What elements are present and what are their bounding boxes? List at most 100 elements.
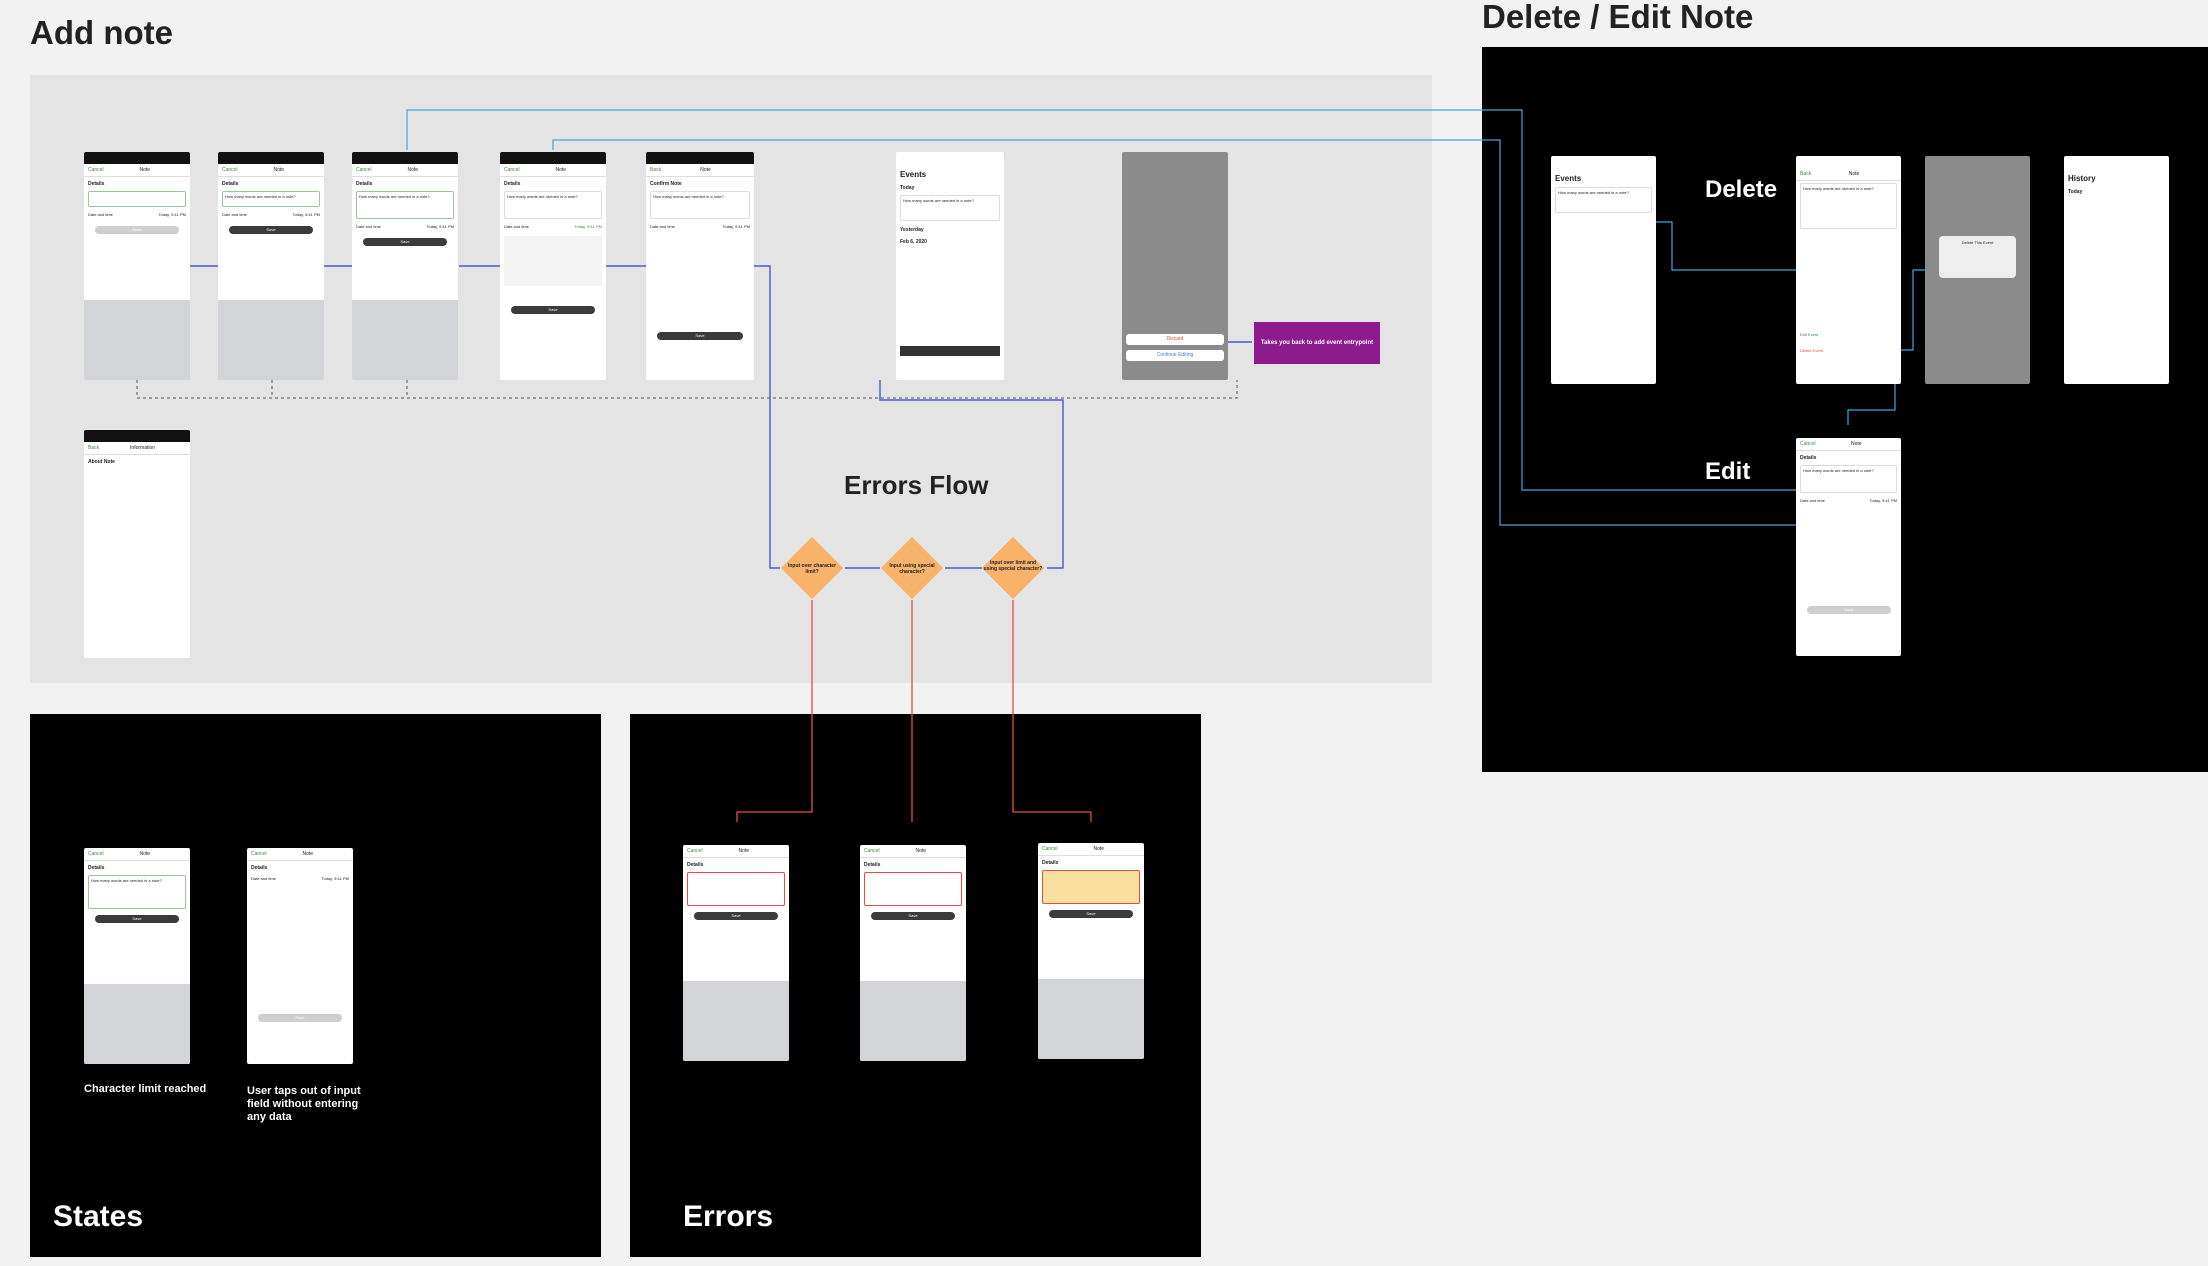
information-screen: Back Information About Note	[84, 430, 190, 658]
details-heading: Details	[1800, 455, 1817, 461]
events-overview-screen: Events Today How many words are needed i…	[896, 152, 1004, 380]
note-input-error[interactable]	[864, 872, 962, 906]
state-char-limit-screen: Cancel Note Details How many words are ne…	[84, 848, 190, 1064]
cancel-link[interactable]: Cancel	[222, 167, 238, 173]
keyboard[interactable]	[860, 981, 966, 1061]
add-note-screen-date-picker: Cancel Note Details How many words are ne…	[500, 152, 606, 380]
decision-special-char-label: Input using special character?	[889, 563, 935, 575]
feb-label: Feb 6, 2020	[900, 239, 927, 245]
keyboard[interactable]	[352, 300, 458, 380]
add-note-screen-filled: Cancel Note Details How many words are ne…	[352, 152, 458, 380]
history-screen: History Today	[2064, 156, 2169, 384]
nav-title: Note	[915, 848, 927, 854]
date-label: Date and time	[356, 224, 381, 229]
nav-title: Note	[273, 167, 285, 173]
note-input-error[interactable]	[1042, 870, 1140, 904]
nav-title: Note	[302, 851, 314, 857]
event-note-card[interactable]: How many words are needed in a note?	[900, 195, 1000, 221]
save-button[interactable]: Save	[228, 226, 314, 234]
toast-note-saved	[900, 346, 1000, 356]
details-heading: Details	[251, 865, 268, 871]
cancel-link[interactable]: Cancel	[1042, 846, 1058, 852]
save-button[interactable]: Save	[257, 1014, 343, 1022]
details-heading: Details	[1042, 860, 1059, 866]
save-button[interactable]: Save	[94, 915, 180, 923]
cancel-link[interactable]: Cancel	[864, 848, 880, 854]
time-value[interactable]: Today, 9:41 PM	[293, 212, 321, 217]
delete-confirm-screen: Delete This Event	[1925, 156, 2030, 384]
decision-both-label: Input over limit and using special chara…	[983, 560, 1043, 572]
decision-char-limit-label: Input over character limit?	[787, 563, 837, 575]
time-value[interactable]: Today, 9:41 PM	[1870, 498, 1898, 503]
delete-event-option[interactable]: Delete Event	[1800, 348, 1823, 353]
about-heading: About Note	[88, 459, 115, 465]
keyboard[interactable]	[84, 300, 190, 380]
confirm-note-screen: Back Note Confirm Note How many words are…	[646, 152, 754, 380]
date-picker-wheel[interactable]	[504, 236, 602, 286]
cancel-link[interactable]: Cancel	[504, 167, 520, 173]
discard-button[interactable]: Discard	[1126, 334, 1224, 345]
time-value: Today, 9:41 PM	[722, 224, 751, 229]
note-input[interactable]: How many words are needed in a note?	[504, 191, 602, 219]
edit-event-option[interactable]: Edit Event	[1800, 332, 1818, 337]
error-special-char-screen: Cancel Note Details Save	[860, 845, 966, 1061]
details-heading: Details	[504, 181, 521, 187]
back-link[interactable]: Back	[1800, 171, 1811, 177]
cancel-link[interactable]: Cancel	[88, 851, 104, 857]
events-heading: Events	[1555, 174, 1582, 183]
save-button[interactable]: Save	[510, 306, 596, 314]
save-button[interactable]: Save	[362, 238, 448, 246]
events-screen-delete-flow: Events How many words are needed in a no…	[1551, 156, 1656, 384]
time-value[interactable]: Today, 9:41 PM	[575, 224, 603, 229]
save-button[interactable]: Save	[1806, 606, 1891, 614]
date-label: Date and time	[650, 224, 675, 229]
back-link[interactable]: Back	[88, 445, 99, 451]
keyboard[interactable]	[1038, 979, 1144, 1059]
events-heading: Events	[900, 170, 927, 179]
keyboard[interactable]	[84, 984, 190, 1064]
details-heading: Details	[687, 862, 704, 868]
time-value[interactable]: Today, 9:41 PM	[322, 876, 350, 881]
note-input[interactable]	[88, 191, 186, 207]
date-label: Date and time	[504, 224, 529, 229]
delete-dialog[interactable]: Delete This Event	[1939, 236, 2016, 278]
cancel-link[interactable]: Cancel	[251, 851, 267, 857]
cancel-link[interactable]: Cancel	[687, 848, 703, 854]
confirm-button[interactable]: Save	[656, 332, 744, 340]
note-input[interactable]: How many words are needed in a note?	[88, 875, 186, 909]
details-heading: Details	[356, 181, 373, 187]
yesterday-label: Yesterday	[900, 227, 924, 233]
entrypoint-note: Takes you back to add event entrypoint	[1254, 322, 1380, 364]
save-button[interactable]: Save	[1048, 910, 1134, 918]
cancel-link[interactable]: Cancel	[356, 167, 372, 173]
note-input[interactable]: How many words are needed in a note?	[356, 191, 454, 219]
nav-title: Note	[700, 167, 711, 173]
nav-title: Note	[738, 848, 750, 854]
cancel-link[interactable]: Cancel	[1800, 441, 1816, 447]
details-heading: Details	[222, 181, 239, 187]
keyboard[interactable]	[683, 981, 789, 1061]
back-link[interactable]: Back	[650, 167, 661, 173]
nav-title: Information	[130, 445, 156, 451]
today-label: Today	[2068, 189, 2083, 195]
add-note-screen-empty: Cancel Note Details Date and time Today, 9…	[84, 152, 190, 380]
note-input[interactable]: How many words are needed in a note?	[1800, 465, 1897, 493]
details-heading: Details	[88, 181, 105, 187]
cancel-link[interactable]: Cancel	[88, 167, 104, 173]
save-button[interactable]: Save	[693, 912, 779, 920]
event-note-card[interactable]: How many words are needed in a note?	[1555, 187, 1652, 213]
nav-title: Note	[555, 167, 567, 173]
nav-title: Note	[139, 851, 151, 857]
note-input-error[interactable]	[687, 872, 785, 906]
confirm-heading: Confirm Note	[650, 181, 682, 187]
time-value[interactable]: Today, 9:41 PM	[427, 224, 455, 229]
save-button[interactable]: Save	[94, 226, 180, 234]
keyboard[interactable]	[218, 300, 324, 380]
continue-editing-button[interactable]: Continue Editing	[1126, 350, 1224, 361]
save-button[interactable]: Save	[870, 912, 956, 920]
caption-char-limit: Character limit reached	[84, 1083, 207, 1095]
time-value[interactable]: Today, 9:41 PM	[159, 212, 187, 217]
note-input[interactable]: How many words are needed in a note?	[222, 191, 320, 207]
date-label: Date and time	[88, 212, 113, 217]
note-content: How many words are needed in a note?	[1800, 183, 1897, 229]
